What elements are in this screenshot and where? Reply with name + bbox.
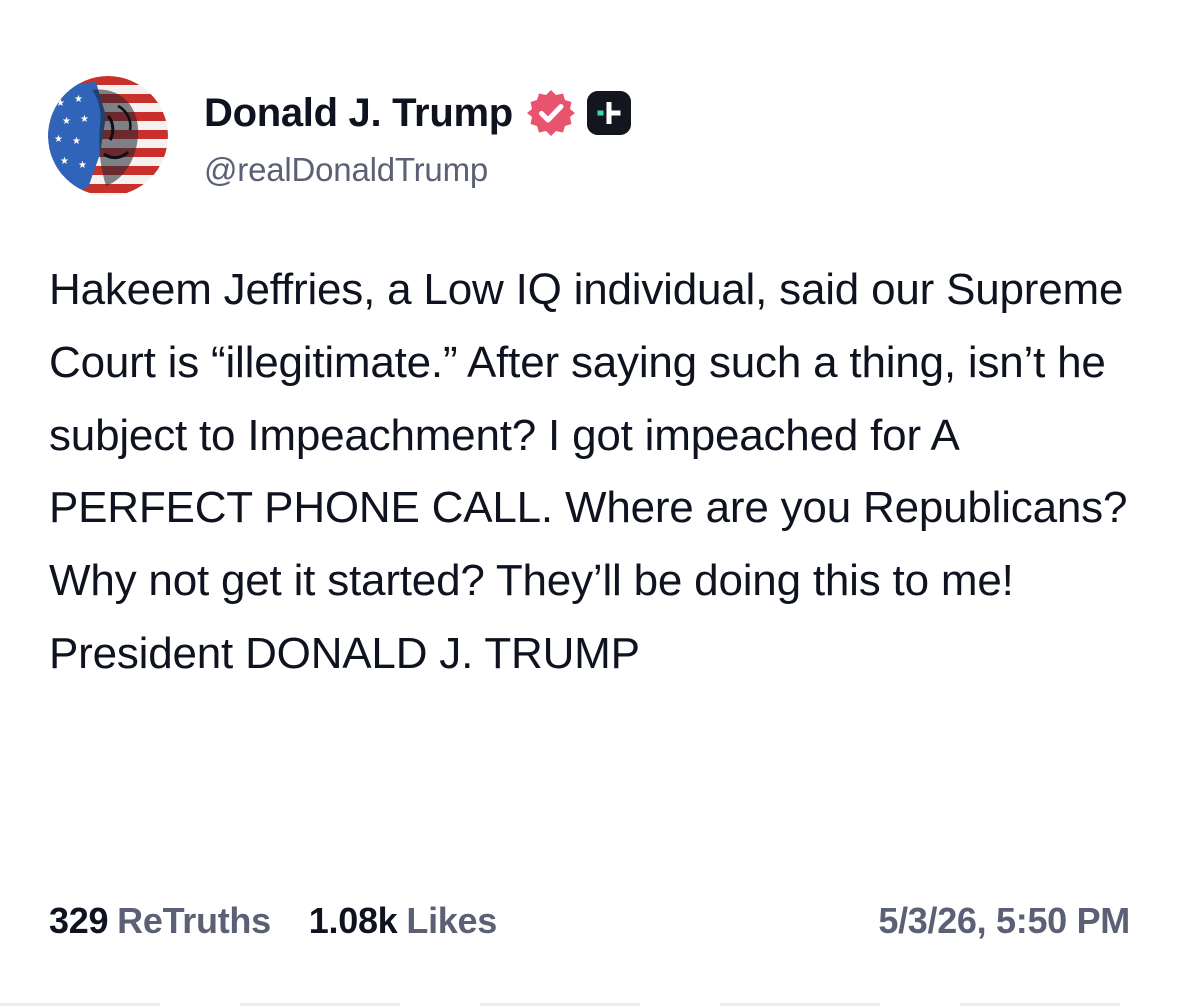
likes-stat[interactable]: 1.08k Likes (309, 900, 497, 942)
post-header: ★ ★ ★ ★ ★ ★ ★ ★ Donald J. Trump @realDon… (48, 75, 631, 197)
author-handle[interactable]: @realDonaldTrump (204, 151, 631, 189)
svg-text:★: ★ (56, 98, 65, 109)
display-name[interactable]: Donald J. Trump (204, 91, 513, 136)
svg-text:★: ★ (78, 160, 87, 171)
likes-count: 1.08k (308, 900, 398, 941)
retruths-count: 329 (49, 900, 109, 941)
truth-post: ★ ★ ★ ★ ★ ★ ★ ★ Donald J. Trump @realDon… (0, 0, 1179, 1006)
svg-text:★: ★ (72, 136, 81, 147)
svg-text:★: ★ (54, 134, 63, 145)
retruths-label: ReTruths (117, 900, 271, 941)
post-text: Hakeem Jeffries, a Low IQ individual, sa… (49, 265, 1140, 678)
avatar[interactable]: ★ ★ ★ ★ ★ ★ ★ ★ (48, 76, 168, 196)
author-identity: Donald J. Trump @realDonaldTrump (204, 83, 631, 189)
svg-text:★: ★ (62, 116, 71, 127)
retruths-stat[interactable]: 329 ReTruths (49, 900, 271, 942)
verified-badge-icon (525, 87, 577, 139)
svg-text:★: ★ (74, 94, 83, 105)
name-row: Donald J. Trump (204, 83, 631, 143)
flag-portrait-avatar-icon: ★ ★ ★ ★ ★ ★ ★ ★ (48, 76, 168, 196)
truth-plus-icon (586, 91, 631, 135)
post-timestamp[interactable]: 5/3/26, 5:50 PM (878, 900, 1130, 942)
svg-text:★: ★ (80, 114, 89, 125)
likes-label: Likes (406, 900, 497, 941)
svg-text:★: ★ (60, 156, 69, 167)
post-footer: 329 ReTruths 1.08k Likes 5/3/26, 5:50 PM (49, 896, 1130, 946)
